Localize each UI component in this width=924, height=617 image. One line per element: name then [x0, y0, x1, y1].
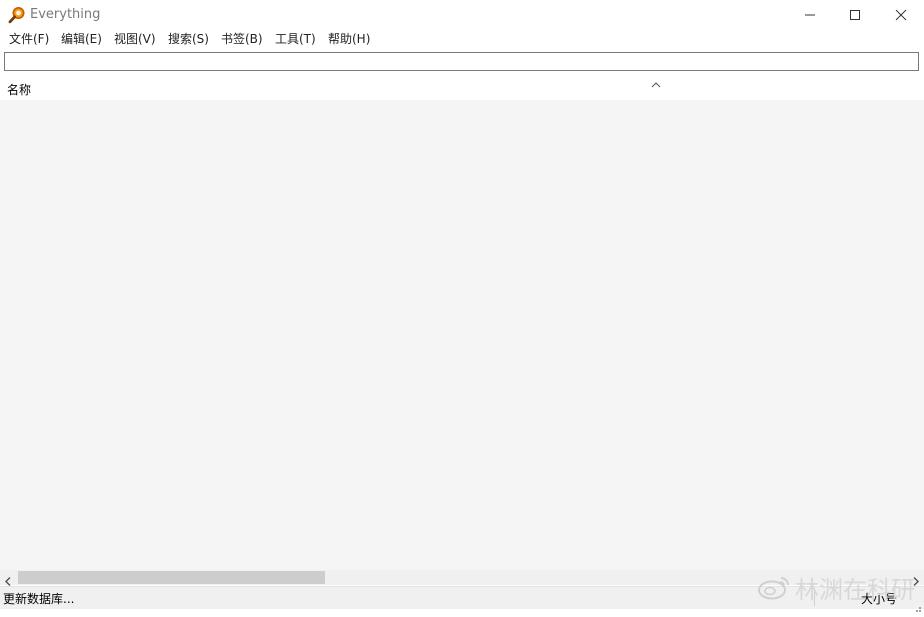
sort-ascending-icon — [651, 74, 661, 88]
minimize-button[interactable] — [787, 0, 833, 30]
menu-file[interactable]: 文件(F) — [8, 31, 50, 48]
maximize-button[interactable] — [832, 0, 878, 30]
menu-bookmarks[interactable]: 书签(B) — [220, 31, 264, 48]
column-header-name[interactable]: 名称 — [7, 81, 31, 98]
maximize-icon — [849, 9, 861, 21]
menu-tools[interactable]: 工具(T) — [274, 31, 317, 48]
weibo-icon — [757, 574, 791, 600]
menu-view[interactable]: 视图(V) — [113, 31, 157, 48]
window-title: Everything — [30, 7, 101, 22]
status-text: 更新数据库... — [3, 592, 75, 606]
watermark: 林渊在科研 — [757, 570, 915, 604]
minimize-icon — [804, 9, 816, 21]
title-bar — [0, 0, 924, 30]
menu-search[interactable]: 搜索(S) — [167, 31, 210, 48]
close-button[interactable] — [878, 0, 924, 30]
watermark-text: 林渊在科研 — [795, 575, 915, 604]
scroll-left-arrow-icon[interactable] — [2, 572, 14, 586]
menu-help[interactable]: 帮助(H) — [327, 31, 371, 48]
magnifier-icon — [8, 6, 26, 24]
search-box[interactable] — [4, 52, 919, 73]
search-input[interactable] — [5, 55, 918, 73]
scrollbar-thumb[interactable] — [18, 571, 325, 584]
column-header — [0, 76, 924, 100]
menu-edit[interactable]: 编辑(E) — [60, 31, 103, 48]
close-icon — [895, 9, 907, 21]
results-list[interactable] — [0, 100, 924, 570]
